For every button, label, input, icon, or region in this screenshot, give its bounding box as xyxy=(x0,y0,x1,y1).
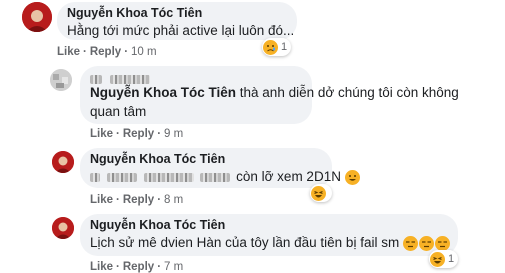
comment-actions: Like · Reply · 10 m xyxy=(57,46,157,58)
reply-link[interactable]: Reply xyxy=(90,46,121,58)
like-link[interactable]: Like xyxy=(90,194,113,206)
timestamp[interactable]: 8 m xyxy=(164,194,183,206)
comment-text: Lịch sử mê dvien Hàn của tôy lần đầu tiê… xyxy=(90,235,400,250)
comment-text-line2: quan tâm xyxy=(90,104,147,119)
author-name[interactable]: Nguyễn Khoa Tóc Tiên xyxy=(90,218,448,232)
comment-bubble: Nguyễn Khoa Tóc Tiên còn lỡ xem 2D1N xyxy=(80,148,360,188)
like-link[interactable]: Like xyxy=(90,128,113,140)
reply-link[interactable]: Reply xyxy=(123,194,154,206)
timestamp[interactable]: 9 m xyxy=(164,128,183,140)
comment-actions: Like · Reply · 9 m xyxy=(90,128,184,140)
avatar[interactable] xyxy=(52,151,74,173)
unamused-emoji-icon xyxy=(418,235,434,251)
tagged-name[interactable]: Nguyễn Khoa Tóc Tiên xyxy=(90,85,236,100)
unamused-emoji-icon xyxy=(402,235,418,251)
reaction-badge[interactable] xyxy=(310,184,332,202)
reply-link[interactable]: Reply xyxy=(123,128,154,140)
reply-link[interactable]: Reply xyxy=(123,261,154,273)
comment-bubble: Nguyễn Khoa Tóc Tiên Lịch sử mê dvien Hà… xyxy=(80,214,458,256)
comment-text: Hằng tới mức phải active lại luôn đó... xyxy=(67,23,295,38)
timestamp[interactable]: 10 m xyxy=(131,46,157,58)
avatar[interactable] xyxy=(22,2,52,32)
author-name[interactable]: Nguyễn Khoa Tóc Tiên xyxy=(90,152,322,166)
unamused-emoji-icon xyxy=(434,235,450,251)
avatar[interactable] xyxy=(52,217,74,239)
comment-text: còn lỡ xem 2D1N xyxy=(236,169,341,184)
sad-reaction-icon xyxy=(263,39,278,55)
comment-actions: Like · Reply · 7 m xyxy=(90,261,184,273)
comment-bubble: Nguyễn Khoa Tóc Tiên Hằng tới mức phải a… xyxy=(57,2,297,40)
like-link[interactable]: Like xyxy=(57,46,80,58)
author-name[interactable]: Nguyễn Khoa Tóc Tiên xyxy=(67,6,287,20)
reaction-count: 1 xyxy=(448,253,455,265)
timestamp[interactable]: 7 m xyxy=(164,261,183,273)
redacted-author xyxy=(90,71,302,85)
smile-emoji-icon xyxy=(344,169,360,185)
reaction-badge[interactable]: 1 xyxy=(262,38,292,56)
redacted-text xyxy=(90,172,100,182)
reaction-count: 1 xyxy=(281,41,288,53)
comment-actions: Like · Reply · 8 m xyxy=(90,194,184,206)
like-link[interactable]: Like xyxy=(90,261,113,273)
reaction-badge[interactable]: 1 xyxy=(429,250,459,268)
comment-text-line1: thà anh diễn dở chúng tôi còn không xyxy=(239,85,459,100)
haha-reaction-icon xyxy=(430,251,445,267)
haha-reaction-icon xyxy=(311,185,326,201)
avatar[interactable] xyxy=(50,69,72,91)
comment-bubble: Nguyễn Khoa Tóc Tiên thà anh diễn dở chú… xyxy=(80,66,459,124)
